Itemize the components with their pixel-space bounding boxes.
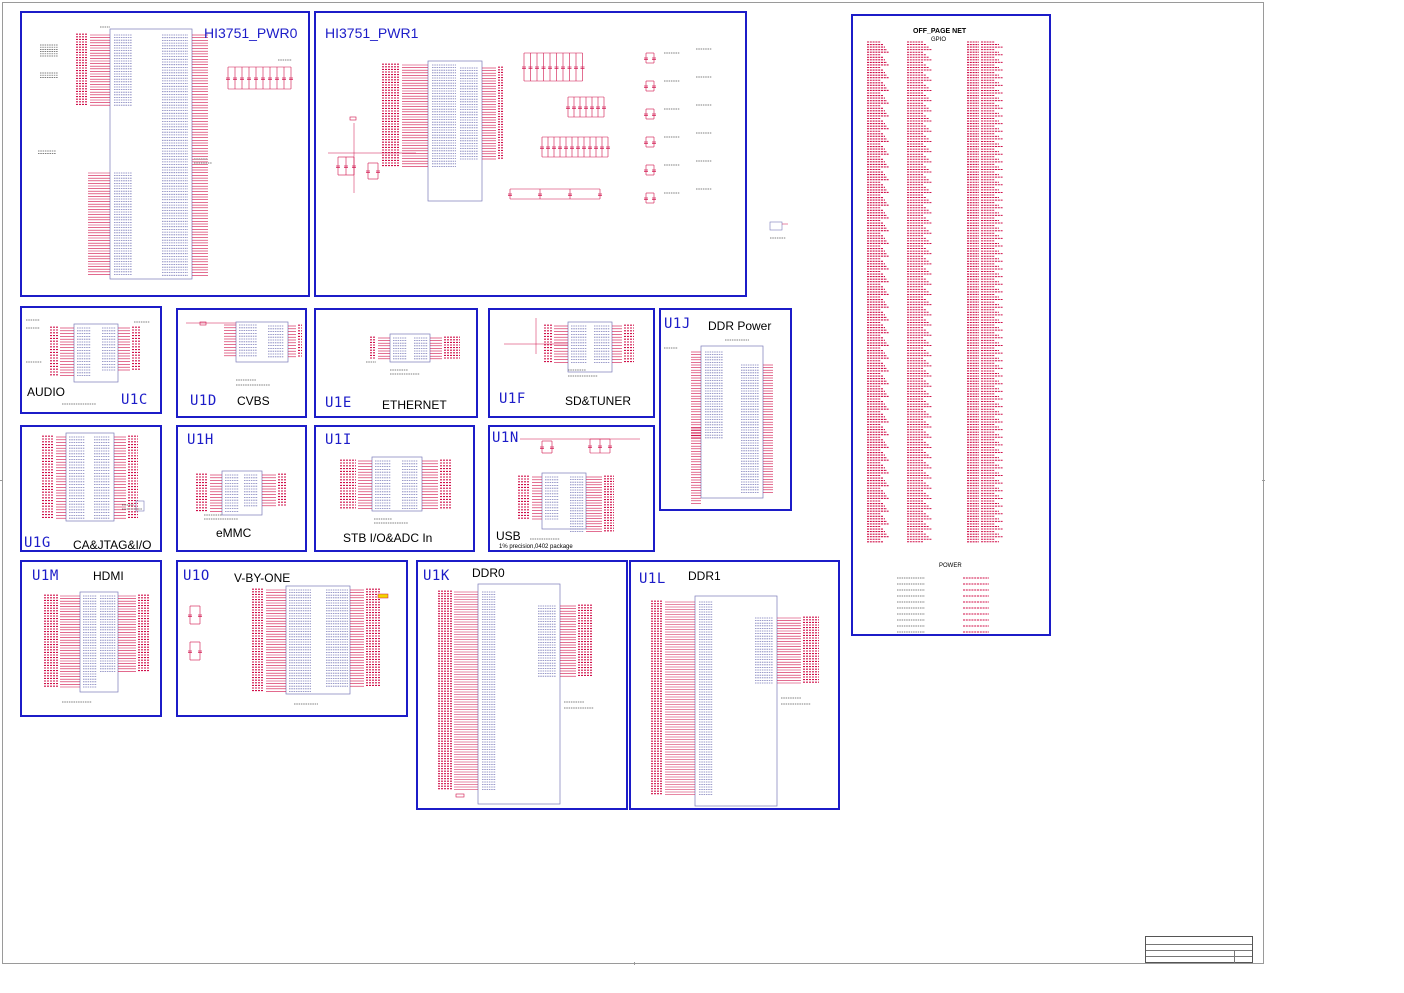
block-id: U1E — [325, 395, 352, 411]
off-page-net-art — [867, 41, 1003, 633]
misc-component-art — [769, 221, 788, 239]
block-id: U1O — [183, 568, 210, 584]
block-hi3751-pwr1[interactable]: HI3751_PWR1 — [314, 11, 747, 297]
block-hdmi[interactable]: U1M HDMI — [20, 560, 162, 717]
ddr1-schematic-art — [651, 595, 819, 807]
ddr0-schematic-art — [438, 583, 594, 805]
block-id: U1F — [499, 391, 526, 407]
block-ethernet[interactable]: U1E ETHERNET — [314, 308, 478, 418]
offpage-power-heading: POWER — [939, 563, 962, 569]
block-label: ETHERNET — [382, 398, 447, 412]
block-v-by-one[interactable]: U1O V-BY-ONE — [176, 560, 408, 717]
block-title: HI3751_PWR1 — [325, 25, 419, 41]
block-label: V-BY-ONE — [234, 571, 291, 585]
block-ca-jtag-io[interactable]: U1G CA&JTAG&I/O — [20, 425, 162, 552]
offpage-title: OFF_PAGE NET — [913, 28, 967, 35]
block-id: U1I — [325, 432, 352, 448]
block-id: U1K — [423, 568, 450, 584]
block-ddr0[interactable]: U1K DDR0 — [416, 560, 628, 810]
block-off-page-net[interactable]: OFF_PAGE NET GPIO POWER — [851, 14, 1051, 636]
block-id: U1M — [32, 568, 59, 584]
block-usb[interactable]: U1N USB 1% precision,0402 package — [488, 425, 655, 552]
block-ddr1[interactable]: U1L DDR1 — [629, 560, 840, 810]
ddr-power-schematic-art — [664, 339, 773, 504]
block-label: HDMI — [93, 569, 124, 583]
offpage-gpio-heading: GPIO — [931, 37, 947, 43]
block-label: eMMC — [216, 526, 252, 540]
block-label: USB — [496, 529, 521, 543]
block-hi3751-pwr0[interactable]: HI3751_PWR0 — [20, 11, 310, 297]
bottom-edge-tick — [634, 962, 635, 965]
block-label: DDR Power — [708, 319, 772, 333]
pwr1-schematic-art — [328, 48, 712, 204]
block-id: U1J — [664, 316, 691, 332]
hdmi-schematic-art — [44, 591, 150, 703]
block-id: U1N — [492, 430, 519, 446]
left-edge-tick — [0, 480, 3, 481]
block-emmc[interactable]: U1H eMMC — [176, 425, 307, 552]
right-edge-tick — [1262, 480, 1265, 481]
pwr0-schematic-art — [38, 26, 293, 280]
block-label: DDR0 — [472, 566, 505, 580]
ca-jtag-schematic-art — [42, 432, 145, 522]
block-label: AUDIO — [27, 385, 66, 399]
resistor-note: 1% precision,0402 package — [499, 544, 573, 550]
block-title: HI3751_PWR0 — [204, 25, 298, 41]
block-id: U1H — [187, 432, 214, 448]
block-id: U1C — [121, 392, 148, 408]
block-audio[interactable]: AUDIO U1C — [20, 306, 162, 414]
block-cvbs[interactable]: U1D CVBS — [176, 308, 307, 418]
block-ddr-power[interactable]: U1J DDR Power — [659, 308, 792, 511]
block-stb-io-adc[interactable]: U1I STB I/O&ADC In — [314, 425, 475, 552]
block-id: U1G — [24, 535, 51, 551]
block-id: U1D — [190, 393, 217, 409]
block-sd-tuner[interactable]: U1F SD&TUNER — [488, 308, 655, 418]
v-by-one-schematic-art — [188, 585, 389, 705]
block-label: STB I/O&ADC In — [343, 531, 433, 545]
title-block — [1145, 936, 1253, 963]
block-label: CVBS — [237, 394, 270, 408]
block-label: CA&JTAG&I/O — [73, 538, 152, 552]
block-id: U1L — [639, 571, 666, 587]
block-label: SD&TUNER — [565, 394, 632, 408]
block-label: DDR1 — [688, 569, 721, 583]
